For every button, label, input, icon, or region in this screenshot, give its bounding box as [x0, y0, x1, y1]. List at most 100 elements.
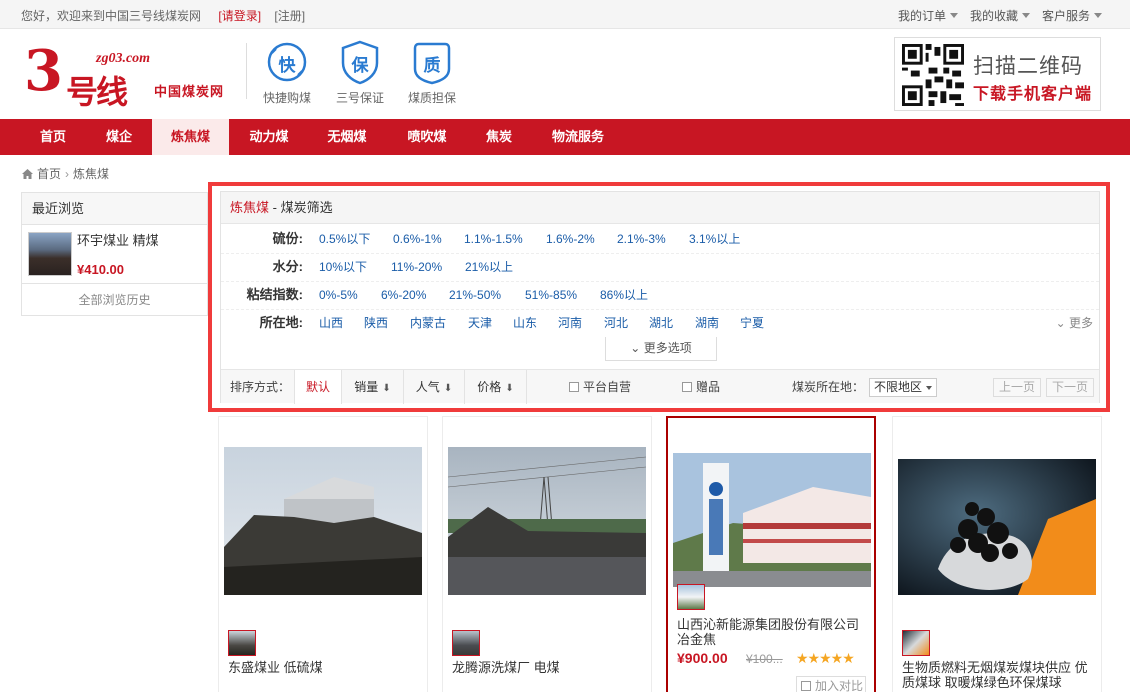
nav-item-logistics[interactable]: 物流服务 [536, 119, 620, 155]
filter-option[interactable]: 0.5%以下 [319, 225, 370, 253]
top-bar-right: 我的订单 我的收藏 客户服务 [898, 7, 1102, 24]
filter-header: 炼焦煤 - 煤炭筛选 [221, 192, 1099, 224]
filter-option[interactable]: 内蒙古 [410, 309, 446, 337]
self-operated-filter[interactable]: 平台自营 [569, 370, 631, 404]
nav-item-anthracite[interactable]: 无烟煤 [310, 119, 384, 155]
product-thumbnail[interactable] [452, 630, 480, 656]
checkbox[interactable] [801, 681, 811, 691]
register-link[interactable]: [注册] [274, 9, 305, 23]
login-link[interactable]: [请登录] [218, 9, 261, 23]
product-thumbnail[interactable] [677, 584, 705, 610]
filter-option[interactable]: 1.6%-2% [546, 225, 595, 253]
sort-tab-label: 销量 [354, 380, 379, 394]
product-card[interactable]: 东盛煤业 低硫煤 [218, 416, 428, 692]
home-icon [22, 168, 33, 179]
filter-row-caking-index: 粘结指数: 0%-5% 6%-20% 21%-50% 51%-85% 86%以上 [221, 281, 1099, 309]
filter-option[interactable]: 6%-20% [381, 281, 426, 309]
recent-item-name[interactable]: 环宇煤业 精煤 [77, 230, 159, 249]
product-name[interactable]: 山西沁新能源集团股份有限公司 冶金焦 [677, 617, 867, 647]
filter-option[interactable]: 山西 [319, 309, 343, 337]
coal-filter-panel: 炼焦煤 - 煤炭筛选 硫份: 0.5%以下 0.6%-1% 1.1%-1.5% … [220, 191, 1100, 404]
product-image[interactable] [673, 446, 871, 594]
filter-option[interactable]: 10%以下 [319, 253, 367, 281]
breadcrumb: 首页 › 炼焦煤 [22, 165, 109, 182]
product-card[interactable]: 生物质燃料无烟煤炭煤块供应 优质煤球 取暖煤绿色环保煤球 [892, 416, 1102, 692]
chevron-down-icon: ⌄ [630, 341, 641, 355]
breadcrumb-separator-icon: › [65, 166, 70, 181]
header: 3 zg03.com 号线 中国煤炭网 快 快捷购煤 保 三号保证 质 煤质担保 [0, 29, 1130, 119]
nav-item-steam-coal[interactable]: 动力煤 [232, 119, 306, 155]
sort-tab-default[interactable]: 默认 [294, 370, 342, 404]
product-thumbnail[interactable] [902, 630, 930, 656]
filter-option[interactable]: 11%-20% [391, 253, 442, 281]
more-options-button[interactable]: ⌄ 更多选项 [605, 337, 717, 361]
gift-filter[interactable]: 赠品 [682, 370, 720, 404]
product-image[interactable] [448, 447, 646, 595]
product-price: ¥900.00 [677, 650, 728, 666]
my-orders-label: 我的订单 [897, 9, 946, 23]
arrow-down-icon: ⬇ [505, 383, 514, 394]
filter-option[interactable]: 2.1%-3% [617, 225, 666, 253]
filter-option[interactable]: 86%以上 [600, 281, 648, 309]
product-image[interactable] [224, 447, 422, 595]
feature-glyph: 快 [278, 56, 296, 76]
shield-icon: 保 [339, 39, 381, 85]
filter-option[interactable]: 天津 [468, 309, 492, 337]
filter-option[interactable]: 河北 [604, 309, 628, 337]
chevron-down-icon [1094, 13, 1102, 18]
filter-option[interactable]: 河南 [558, 309, 582, 337]
filter-option[interactable]: 湖北 [649, 309, 673, 337]
product-card[interactable]: 龙腾源洗煤厂 电煤 [442, 416, 652, 692]
region-select[interactable]: 不限地区 [869, 378, 937, 397]
checkbox[interactable] [682, 382, 692, 392]
filter-option[interactable]: 山东 [513, 309, 537, 337]
filter-label: 所在地: [259, 315, 303, 330]
sort-tab-sales[interactable]: 销量 ⬇ [342, 370, 404, 404]
product-image[interactable] [898, 453, 1096, 601]
next-page-button[interactable]: 下一页 [1046, 378, 1094, 397]
add-to-compare[interactable]: 加入对比 [796, 676, 866, 692]
arrow-down-icon: ⬇ [382, 383, 391, 394]
recent-item-image[interactable] [28, 232, 72, 276]
my-favorites-menu[interactable]: 我的收藏 [970, 7, 1030, 24]
nav-item-coke[interactable]: 焦炭 [470, 119, 528, 155]
prev-page-button[interactable]: 上一页 [993, 378, 1041, 397]
filter-option[interactable]: 21%以上 [465, 253, 513, 281]
product-card-highlighted[interactable]: 山西沁新能源集团股份有限公司 冶金焦 ¥900.00 ¥100... ★★★★★… [666, 416, 876, 692]
app-download-qr[interactable]: 扫描二维码 下载手机客户端 [894, 37, 1101, 111]
nav-item-enterprises[interactable]: 煤企 [88, 119, 150, 155]
filter-row-moisture: 水分: 10%以下 11%-20% 21%以上 [221, 253, 1099, 281]
filter-option[interactable]: 51%-85% [525, 281, 577, 309]
breadcrumb-home[interactable]: 首页 [37, 165, 61, 182]
main-nav: 首页 煤企 炼焦煤 动力煤 无烟煤 喷吹煤 焦炭 物流服务 [0, 119, 1130, 155]
product-thumbnail[interactable] [228, 630, 256, 656]
nav-item-coking-coal[interactable]: 炼焦煤 [152, 119, 229, 155]
checkbox[interactable] [569, 382, 579, 392]
nav-item-home[interactable]: 首页 [22, 119, 84, 155]
filter-option[interactable]: 陕西 [364, 309, 388, 337]
filter-option[interactable]: 1.1%-1.5% [464, 225, 523, 253]
site-logo[interactable]: 3 zg03.com 号线 中国煤炭网 [24, 41, 234, 111]
my-orders-menu[interactable]: 我的订单 [898, 7, 958, 24]
sort-tab-price[interactable]: 价格 ⬇ [465, 370, 527, 404]
browse-history-link[interactable]: 全部浏览历史 [22, 283, 207, 315]
filter-option[interactable]: 宁夏 [740, 309, 764, 337]
product-original-price: ¥100... [746, 652, 783, 666]
product-name[interactable]: 龙腾源洗煤厂 电煤 [452, 660, 642, 675]
product-name[interactable]: 东盛煤业 低硫煤 [228, 660, 418, 675]
region-label: 煤炭所在地： [792, 380, 865, 394]
customer-service-menu[interactable]: 客户服务 [1042, 7, 1102, 24]
filter-option[interactable]: 0.6%-1% [393, 225, 442, 253]
sort-tab-popularity[interactable]: 人气 ⬇ [404, 370, 465, 404]
product-name[interactable]: 生物质燃料无烟煤炭煤块供应 优质煤球 取暖煤绿色环保煤球 [902, 660, 1092, 690]
filter-option[interactable]: 3.1%以上 [689, 225, 740, 253]
filter-option[interactable]: 0%-5% [319, 281, 358, 309]
compare-label: 加入对比 [815, 679, 864, 692]
logo-tagline: 中国煤炭网 [154, 85, 225, 100]
nav-item-pci-coal[interactable]: 喷吹煤 [390, 119, 464, 155]
filter-category[interactable]: 炼焦煤 [230, 200, 269, 215]
filter-option[interactable]: 21%-50% [449, 281, 501, 309]
sort-bar: 排序方式： 默认 销量 ⬇ 人气 ⬇ 价格 ⬇ 平台自营 赠品 煤炭所在地： 不限地区… [221, 369, 1099, 404]
filter-option[interactable]: 湖南 [695, 309, 719, 337]
more-locations-toggle[interactable]: ⌄ 更多 [1056, 309, 1093, 337]
